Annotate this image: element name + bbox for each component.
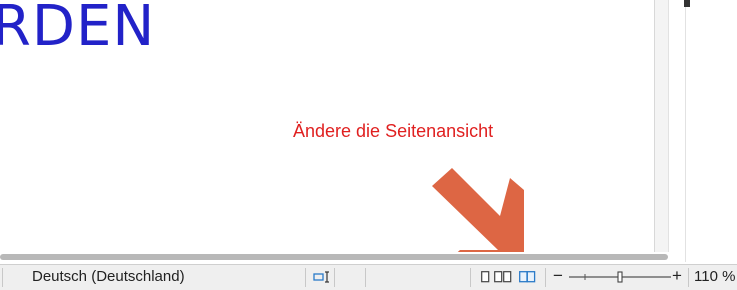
- text-selection-icon[interactable]: [313, 270, 331, 284]
- language-status[interactable]: Deutsch (Deutschland): [32, 268, 185, 285]
- document-heading-fragment: RDEN: [0, 0, 156, 59]
- status-separator: [470, 268, 471, 287]
- annotation-label: Ändere die Seitenansicht: [293, 121, 494, 141]
- zoom-slider-thumb[interactable]: [617, 271, 623, 283]
- zoom-level[interactable]: 110 %: [694, 268, 735, 285]
- horizontal-scrollbar-thumb[interactable]: [0, 254, 668, 260]
- book-view-icon[interactable]: [519, 271, 536, 283]
- status-separator: [365, 268, 366, 287]
- zoom-in-button[interactable]: +: [672, 266, 682, 286]
- zoom-slider[interactable]: [569, 270, 671, 284]
- status-separator: [545, 268, 546, 287]
- zoom-out-button[interactable]: −: [553, 266, 563, 286]
- multi-page-view-icon[interactable]: [494, 271, 512, 283]
- sidebar-panel: [685, 0, 737, 262]
- document-canvas[interactable]: RDEN Ändere die Seitenansicht: [0, 0, 668, 252]
- status-separator: [2, 268, 3, 287]
- single-page-view-icon[interactable]: [481, 271, 490, 283]
- annotation-arrow-icon: [432, 168, 524, 252]
- status-separator: [334, 268, 335, 287]
- status-separator: [688, 268, 689, 287]
- page-margin-edge: [654, 0, 668, 252]
- sidebar-marker: [684, 0, 690, 7]
- status-separator: [305, 268, 306, 287]
- horizontal-scrollbar[interactable]: [0, 252, 685, 262]
- status-bar: Deutsch (Deutschland) − + 110 %: [0, 264, 737, 290]
- vertical-scrollbar[interactable]: [668, 0, 686, 262]
